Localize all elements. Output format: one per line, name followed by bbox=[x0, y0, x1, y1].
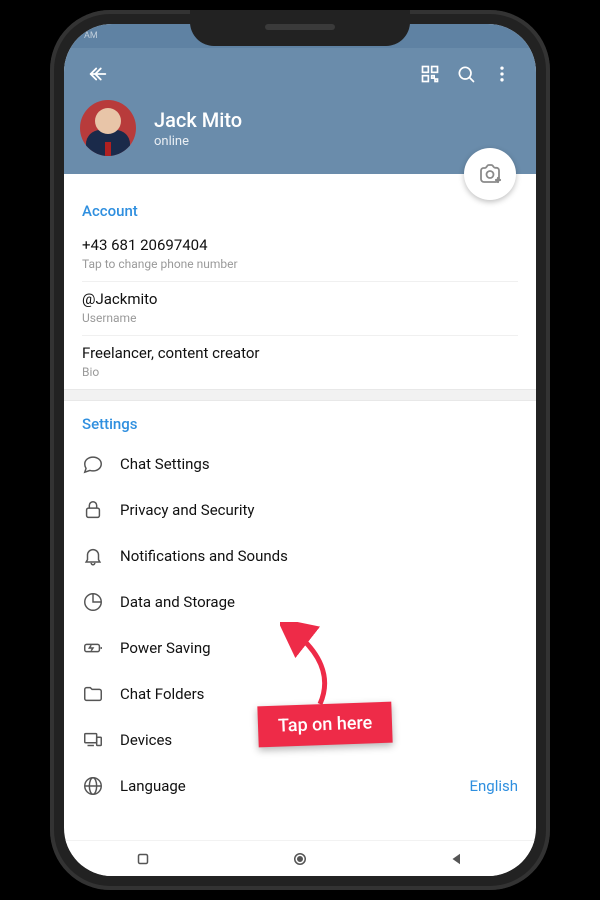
settings-section: Settings Chat Settings Privacy and Secur… bbox=[64, 401, 536, 809]
profile-row: Jack Mito online bbox=[80, 100, 520, 156]
back-button[interactable] bbox=[80, 56, 116, 92]
nav-back-icon[interactable] bbox=[134, 850, 152, 868]
settings-row-label: Notifications and Sounds bbox=[120, 547, 518, 565]
phone-sub: Tap to change phone number bbox=[82, 257, 518, 271]
more-button[interactable] bbox=[484, 56, 520, 92]
search-button[interactable] bbox=[448, 56, 484, 92]
screen: AM bbox=[64, 24, 536, 876]
settings-row-label: Power Saving bbox=[120, 639, 518, 657]
annotation-text: Tap on here bbox=[278, 712, 373, 736]
avatar[interactable] bbox=[80, 100, 136, 156]
phone-item[interactable]: +43 681 20697404 Tap to change phone num… bbox=[64, 228, 536, 281]
profile-header: Jack Mito online bbox=[64, 48, 536, 174]
android-nav-bar bbox=[64, 840, 536, 876]
settings-row-label: Chat Settings bbox=[120, 455, 518, 473]
settings-row-label: Language bbox=[120, 777, 469, 795]
profile-status: online bbox=[154, 134, 242, 149]
bio-sub: Bio bbox=[82, 365, 518, 379]
globe-icon bbox=[82, 775, 120, 797]
bio-value: Freelancer, content creator bbox=[82, 344, 518, 362]
section-gap bbox=[64, 389, 536, 401]
account-section: Account +43 681 20697404 Tap to change p… bbox=[64, 174, 536, 389]
phone-notch bbox=[190, 10, 410, 46]
annotation-callout: Tap on here bbox=[257, 702, 393, 748]
nav-recent-icon[interactable] bbox=[448, 850, 466, 868]
chat-bubble-icon bbox=[82, 453, 120, 475]
username-item[interactable]: @Jackmito Username bbox=[64, 282, 536, 335]
account-section-title: Account bbox=[64, 188, 536, 228]
nav-home-icon[interactable] bbox=[291, 850, 309, 868]
phone-value: +43 681 20697404 bbox=[82, 236, 518, 254]
settings-row-label: Privacy and Security bbox=[120, 501, 518, 519]
folder-icon bbox=[82, 683, 120, 705]
profile-name: Jack Mito bbox=[154, 108, 242, 132]
settings-section-title: Settings bbox=[64, 401, 536, 441]
qr-code-button[interactable] bbox=[412, 56, 448, 92]
top-bar bbox=[80, 56, 520, 92]
pie-icon bbox=[82, 591, 120, 613]
status-left: AM bbox=[84, 31, 98, 41]
phone-frame: AM bbox=[50, 10, 550, 890]
username-sub: Username bbox=[82, 311, 518, 325]
devices-icon bbox=[82, 729, 120, 751]
bell-icon bbox=[82, 545, 120, 567]
settings-row-notifications[interactable]: Notifications and Sounds bbox=[64, 533, 536, 579]
settings-row-data-storage[interactable]: Data and Storage bbox=[64, 579, 536, 625]
settings-row-language[interactable]: Language English bbox=[64, 763, 536, 809]
username-value: @Jackmito bbox=[82, 290, 518, 308]
settings-row-chat[interactable]: Chat Settings bbox=[64, 441, 536, 487]
settings-list: Chat Settings Privacy and Security Notif… bbox=[64, 441, 536, 809]
settings-row-power[interactable]: Power Saving bbox=[64, 625, 536, 671]
camera-fab[interactable] bbox=[464, 148, 516, 200]
settings-row-value: English bbox=[469, 777, 518, 795]
bio-item[interactable]: Freelancer, content creator Bio bbox=[64, 336, 536, 389]
settings-row-label: Data and Storage bbox=[120, 593, 518, 611]
lock-icon bbox=[82, 499, 120, 521]
settings-row-privacy[interactable]: Privacy and Security bbox=[64, 487, 536, 533]
battery-icon bbox=[82, 637, 120, 659]
settings-row-label: Chat Folders bbox=[120, 685, 518, 703]
